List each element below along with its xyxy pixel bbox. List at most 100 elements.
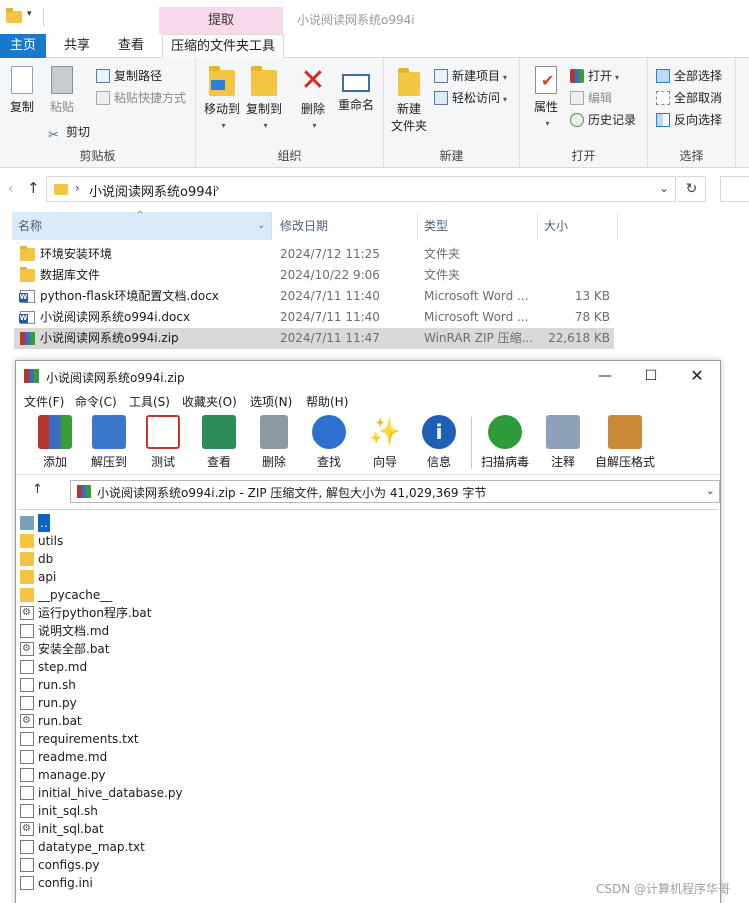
history-clock-icon	[570, 113, 584, 127]
edit-button[interactable]: 编辑	[570, 88, 612, 108]
winrar-app-icon[interactable]	[24, 369, 39, 383]
winrar-toolbar: 添加 解压到 测试 查看 删除 查找 ✨ 向导 i 信息 扫描病毒 注释 自解压…	[16, 411, 720, 475]
winrar-path-dropdown-icon[interactable]: ⌄	[706, 484, 715, 497]
clipboard-group: 复制 粘贴 复制路径 粘贴快捷方式 ✂ 剪切 剪贴板	[0, 58, 196, 168]
entry-name: 安装全部.bat	[38, 642, 110, 656]
new-item-icon	[434, 69, 448, 83]
select-none-label: 全部取消	[674, 91, 723, 105]
extract-to-button[interactable]: 解压到	[82, 415, 136, 470]
tab-compressed-folder-tools[interactable]: 压缩的文件夹工具	[162, 34, 284, 58]
winrar-title-bar[interactable]: 小说阅读网系统o994i.zip — ☐ ✕	[16, 361, 720, 391]
tab-share[interactable]: 共享	[54, 34, 100, 58]
history-button[interactable]: 历史记录	[570, 110, 636, 130]
quick-access-dropdown[interactable]: ▾	[27, 9, 32, 19]
properties-button[interactable]: 属性 ▾	[530, 66, 562, 129]
quick-access-separator	[43, 8, 44, 26]
menu-help[interactable]: 帮助(H)	[306, 393, 348, 410]
delete-button[interactable]: ✕ 删除 ▾	[298, 66, 328, 131]
sfx-label: 自解压格式	[594, 455, 655, 469]
address-path-segment[interactable]: 小说阅读网系统o994i	[89, 181, 216, 200]
minimize-button[interactable]: —	[582, 363, 628, 389]
window-title: 小说阅读网系统o994i	[297, 13, 415, 27]
file-row[interactable]: 环境安装环境 2024/7/12 11:25 文件夹	[14, 244, 614, 265]
add-button[interactable]: 添加	[28, 415, 82, 470]
select-all-button[interactable]: 全部选择	[656, 66, 722, 86]
invert-selection-button[interactable]: 反向选择	[656, 110, 722, 130]
menu-tools[interactable]: 工具(S)	[129, 393, 170, 410]
address-bar[interactable]: › 小说阅读网系统o994i › ⌄	[46, 176, 676, 202]
address-dropdown-icon[interactable]: ⌄	[659, 181, 669, 195]
paste-shortcut-button[interactable]: 粘贴快捷方式	[96, 88, 186, 108]
menu-options[interactable]: 选项(N)	[250, 393, 292, 410]
paste-button[interactable]: 粘贴	[46, 66, 78, 115]
new-item-label: 新建项目	[452, 69, 501, 83]
address-chevron-icon[interactable]: ›	[75, 181, 80, 195]
file-row-selected[interactable]: 小说阅读网系统o994i.zip 2024/7/11 11:47 WinRAR …	[14, 328, 614, 349]
copy-button[interactable]: 复制	[6, 66, 38, 115]
virus-scan-button[interactable]: 扫描病毒	[476, 415, 534, 470]
close-button[interactable]: ✕	[674, 363, 720, 389]
file-row[interactable]: 数据库文件 2024/10/22 9:06 文件夹	[14, 265, 614, 286]
test-button[interactable]: 测试	[136, 415, 190, 470]
back-arrow-icon[interactable]: ‹	[8, 181, 14, 197]
file-date: 2024/7/11 11:40	[280, 310, 380, 324]
column-header-type[interactable]: 类型	[418, 212, 538, 240]
organize-group-label: 组织	[277, 149, 302, 163]
column-header-date[interactable]: 修改日期	[274, 212, 418, 240]
winrar-path-box[interactable]: 小说阅读网系统o994i.zip - ZIP 压缩文件, 解包大小为 41,02…	[70, 480, 720, 503]
rename-label: 重命名	[337, 98, 374, 112]
paste-clipboard-icon	[51, 66, 73, 94]
tab-home[interactable]: 主页	[0, 34, 46, 58]
maximize-button[interactable]: ☐	[628, 363, 674, 389]
address-chevron-end-icon[interactable]: ›	[215, 181, 220, 195]
refresh-button[interactable]: ↻	[678, 176, 706, 202]
copy-path-button[interactable]: 复制路径	[96, 66, 162, 86]
extract-context-tab[interactable]: 提取	[159, 7, 283, 34]
view-button[interactable]: 查看	[192, 415, 246, 470]
quick-access-folder-icon[interactable]	[6, 8, 22, 23]
column-header-name[interactable]: ^ 名称 ⌄	[12, 210, 272, 240]
copy-path-icon	[96, 69, 110, 83]
properties-caret-icon: ▾	[545, 119, 550, 128]
column-name-dropdown-icon[interactable]: ⌄	[257, 212, 265, 240]
menu-favorites[interactable]: 收藏夹(O)	[182, 393, 237, 410]
file-icon	[20, 624, 34, 638]
file-row[interactable]: python-flask环境配置文档.docx 2024/7/11 11:40 …	[14, 286, 614, 307]
file-row[interactable]: 小说阅读网系统o994i.docx 2024/7/11 11:40 Micros…	[14, 307, 614, 328]
open-button[interactable]: 打开 ▾	[570, 66, 619, 86]
info-button[interactable]: i 信息	[412, 415, 466, 470]
new-folder-button[interactable]: 新建 文件夹	[388, 66, 430, 134]
find-button[interactable]: 查找	[302, 415, 356, 470]
entry-name: run.py	[38, 696, 77, 710]
folder-icon	[20, 534, 34, 548]
search-input[interactable]	[720, 176, 749, 202]
copy-to-button[interactable]: 复制到 ▾	[246, 66, 282, 131]
select-none-button[interactable]: 全部取消	[656, 88, 722, 108]
wizard-button[interactable]: ✨ 向导	[358, 415, 412, 470]
up-arrow-icon[interactable]: ↑	[27, 179, 40, 197]
delete-archive-label: 删除	[261, 455, 286, 469]
batch-file-icon	[20, 604, 34, 622]
organize-group: 移动到 ▾ 复制到 ▾ ✕ 删除 ▾ 重命名 组织	[196, 58, 384, 168]
menu-file[interactable]: 文件(F)	[24, 393, 64, 410]
sfx-button[interactable]: 自解压格式	[592, 415, 658, 470]
move-to-button[interactable]: 移动到 ▾	[204, 66, 240, 131]
wizard-label: 向导	[372, 455, 397, 469]
rename-button[interactable]: 重命名	[336, 66, 376, 113]
column-header-size[interactable]: 大小	[538, 212, 618, 240]
move-to-icon	[209, 66, 235, 96]
tab-view[interactable]: 查看	[108, 34, 154, 58]
easy-access-button[interactable]: 轻松访问 ▾	[434, 88, 507, 108]
entry-name: step.md	[38, 660, 88, 674]
delete-archive-button[interactable]: 删除	[247, 415, 301, 470]
menu-commands[interactable]: 命令(C)	[75, 393, 117, 410]
file-name: 小说阅读网系统o994i.docx	[40, 310, 191, 324]
new-item-button[interactable]: 新建项目 ▾	[434, 66, 507, 86]
comment-button[interactable]: 注释	[536, 415, 590, 470]
winrar-up-arrow-icon[interactable]: ↑	[32, 482, 43, 497]
folder-icon	[20, 552, 34, 566]
new-group: 新建 文件夹 新建项目 ▾ 轻松访问 ▾ 新建	[384, 58, 520, 168]
cut-button[interactable]: ✂ 剪切	[48, 122, 90, 143]
file-type: 文件夹	[424, 268, 461, 282]
file-icon	[20, 750, 34, 764]
